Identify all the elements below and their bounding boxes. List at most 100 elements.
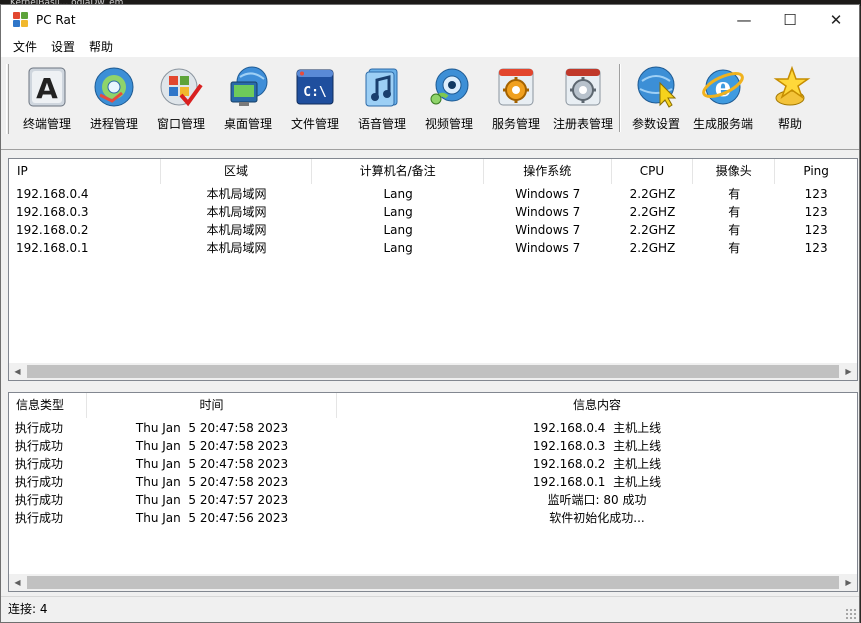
scrollbar-thumb[interactable] <box>27 576 839 589</box>
help-button[interactable]: 帮助 <box>758 64 822 132</box>
menu-help[interactable]: 帮助 <box>82 38 120 55</box>
client-list[interactable]: IP 区域 计算机名/备注 操作系统 CPU 摄像头 Ping 192.168.… <box>8 158 858 381</box>
build-server-button[interactable]: e 生成服务端 <box>691 64 755 132</box>
cell-info-type: 执行成功 <box>15 439 64 453</box>
panel-splitter[interactable] <box>1 382 859 391</box>
column-cpu[interactable]: CPU <box>612 159 694 184</box>
cell-camera: 有 <box>728 187 741 201</box>
resize-grip-icon[interactable] <box>845 608 857 620</box>
minimize-button[interactable]: — <box>721 5 767 35</box>
cell-os: Windows 7 <box>515 205 581 219</box>
cell-info-content: 192.168.0.2 主机上线 <box>532 457 662 471</box>
cell-time: Thu Jan 5 20:47:58 2023 <box>135 439 289 453</box>
parameter-settings-button[interactable]: 参数设置 <box>624 64 688 132</box>
registry-manage-button[interactable]: 注册表管理 <box>549 64 617 132</box>
toolbar-grip[interactable] <box>6 64 9 134</box>
cell-ip: 192.168.0.1 <box>16 241 89 255</box>
cell-time: Thu Jan 5 20:47:58 2023 <box>135 457 289 471</box>
cell-computer-name: Lang <box>383 205 413 219</box>
audio-note-icon <box>359 64 405 110</box>
close-button[interactable]: ✕ <box>813 5 859 35</box>
list-item[interactable]: 执行成功 Thu Jan 5 20:47:58 2023 192.168.0.3… <box>9 437 857 455</box>
client-list-horizontal-scrollbar[interactable]: ◀ ▶ <box>9 363 857 380</box>
list-item[interactable]: 执行成功 Thu Jan 5 20:47:57 2023 监听端口: 80 成功 <box>9 491 857 509</box>
list-item[interactable]: 执行成功 Thu Jan 5 20:47:56 2023 软件初始化成功... <box>9 509 857 527</box>
menu-settings[interactable]: 设置 <box>44 38 82 55</box>
terminal-manage-label: 终端管理 <box>22 117 71 131</box>
toolbar: A 终端管理 进程管理 窗口管理 桌面管理 C:\ 文件管理 语音管理 视频管理… <box>1 58 859 150</box>
window-manage-button[interactable]: 窗口管理 <box>149 64 213 132</box>
table-row[interactable]: 192.168.0.4 本机局域网 Lang Windows 7 2.2GHZ … <box>9 185 857 203</box>
file-manage-label: 文件管理 <box>290 117 339 131</box>
cell-info-content: 192.168.0.1 主机上线 <box>532 475 662 489</box>
scroll-right-arrow-icon[interactable]: ▶ <box>840 574 857 591</box>
video-manage-button[interactable]: 视频管理 <box>417 64 481 132</box>
app-logo-icon <box>13 12 29 28</box>
cell-cpu: 2.2GHZ <box>629 223 676 237</box>
client-rows: 192.168.0.4 本机局域网 Lang Windows 7 2.2GHZ … <box>9 185 857 257</box>
cell-region: 本机局域网 <box>206 223 267 237</box>
column-time[interactable]: 时间 <box>87 393 337 418</box>
cell-info-content: 监听端口: 80 成功 <box>547 493 647 507</box>
cell-ip: 192.168.0.4 <box>16 187 89 201</box>
scrollbar-thumb[interactable] <box>27 365 839 378</box>
cell-ip: 192.168.0.3 <box>16 205 89 219</box>
cell-cpu: 2.2GHZ <box>629 187 676 201</box>
cell-region: 本机局域网 <box>206 187 267 201</box>
cell-info-type: 执行成功 <box>15 475 64 489</box>
toolbar-separator <box>619 64 621 132</box>
column-region[interactable]: 区域 <box>161 159 313 184</box>
cell-computer-name: Lang <box>383 241 413 255</box>
cell-cpu: 2.2GHZ <box>629 241 676 255</box>
scroll-right-arrow-icon[interactable]: ▶ <box>840 363 857 380</box>
command-prompt-icon: C:\ <box>292 64 338 110</box>
cell-time: Thu Jan 5 20:47:57 2023 <box>135 493 289 507</box>
cell-info-content: 软件初始化成功... <box>549 511 645 525</box>
registry-gear-icon <box>560 64 606 110</box>
list-item[interactable]: 执行成功 Thu Jan 5 20:47:58 2023 192.168.0.1… <box>9 473 857 491</box>
help-star-icon <box>767 64 813 110</box>
title-bar[interactable]: PC Rat — ☐ ✕ <box>1 5 859 35</box>
video-manage-label: 视频管理 <box>424 117 473 131</box>
cell-computer-name: Lang <box>383 223 413 237</box>
terminal-manage-button[interactable]: A 终端管理 <box>15 64 79 132</box>
cell-os: Windows 7 <box>515 187 581 201</box>
cell-time: Thu Jan 5 20:47:56 2023 <box>135 511 289 525</box>
log-list-horizontal-scrollbar[interactable]: ◀ ▶ <box>9 574 857 591</box>
build-ie-icon: e <box>700 64 746 110</box>
status-bar: 连接: 4 <box>1 596 859 622</box>
desktop-manage-label: 桌面管理 <box>223 117 272 131</box>
scroll-left-arrow-icon[interactable]: ◀ <box>9 574 26 591</box>
column-camera[interactable]: 摄像头 <box>693 159 776 184</box>
table-row[interactable]: 192.168.0.2 本机局域网 Lang Windows 7 2.2GHZ … <box>9 221 857 239</box>
log-list[interactable]: 信息类型 时间 信息内容 执行成功 Thu Jan 5 20:47:58 202… <box>8 392 858 592</box>
file-manage-button[interactable]: C:\ 文件管理 <box>283 64 347 132</box>
column-ping[interactable]: Ping <box>775 159 857 184</box>
cell-camera: 有 <box>728 223 741 237</box>
menu-file[interactable]: 文件 <box>6 38 44 55</box>
column-computer-name[interactable]: 计算机名/备注 <box>312 159 484 184</box>
log-rows: 执行成功 Thu Jan 5 20:47:58 2023 192.168.0.4… <box>9 419 857 527</box>
cell-region: 本机局域网 <box>206 205 267 219</box>
cell-ping: 123 <box>804 187 828 201</box>
column-ip[interactable]: IP <box>9 159 161 184</box>
cell-info-content: 192.168.0.4 主机上线 <box>532 421 662 435</box>
cell-info-type: 执行成功 <box>15 493 64 507</box>
maximize-button[interactable]: ☐ <box>767 5 813 35</box>
table-row[interactable]: 192.168.0.3 本机局域网 Lang Windows 7 2.2GHZ … <box>9 203 857 221</box>
desktop-manage-button[interactable]: 桌面管理 <box>216 64 280 132</box>
column-info-type[interactable]: 信息类型 <box>9 393 87 418</box>
column-os[interactable]: 操作系统 <box>484 159 612 184</box>
process-disc-icon <box>91 64 137 110</box>
cell-cpu: 2.2GHZ <box>629 205 676 219</box>
process-manage-button[interactable]: 进程管理 <box>82 64 146 132</box>
registry-manage-label: 注册表管理 <box>552 117 613 131</box>
cell-camera: 有 <box>728 205 741 219</box>
column-info-content[interactable]: 信息内容 <box>337 393 857 418</box>
list-item[interactable]: 执行成功 Thu Jan 5 20:47:58 2023 192.168.0.2… <box>9 455 857 473</box>
table-row[interactable]: 192.168.0.1 本机局域网 Lang Windows 7 2.2GHZ … <box>9 239 857 257</box>
list-item[interactable]: 执行成功 Thu Jan 5 20:47:58 2023 192.168.0.4… <box>9 419 857 437</box>
service-manage-button[interactable]: 服务管理 <box>484 64 548 132</box>
scroll-left-arrow-icon[interactable]: ◀ <box>9 363 26 380</box>
voice-manage-button[interactable]: 语音管理 <box>350 64 414 132</box>
